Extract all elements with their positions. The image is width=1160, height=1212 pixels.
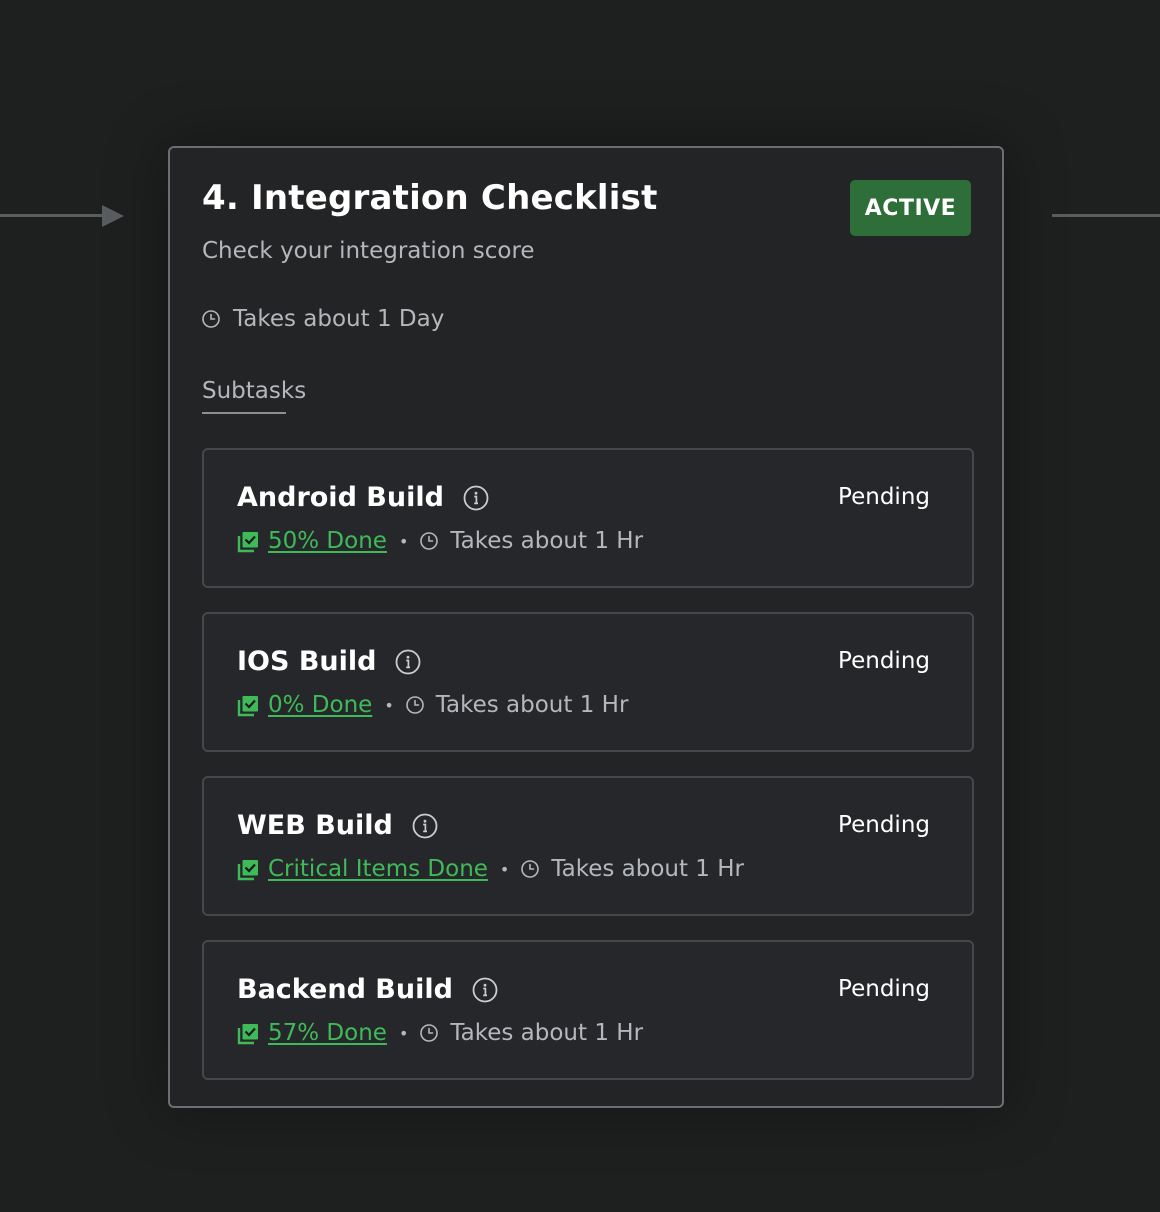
subtask-name: WEB Build (237, 810, 393, 841)
card-subtitle: Check your integration score (202, 238, 535, 264)
checklist-check-icon (237, 859, 258, 880)
subtask-header: Android Build (237, 482, 489, 513)
subtask-time: Takes about 1 Hr (435, 692, 629, 718)
incoming-connector-line (0, 214, 108, 217)
separator-dot: • (384, 695, 394, 715)
checklist-check-icon (237, 695, 258, 716)
tab-active-indicator (202, 412, 286, 414)
subtask-time: Takes about 1 Hr (450, 528, 644, 554)
clock-icon (202, 310, 220, 328)
separator-dot: • (499, 859, 510, 879)
subtask-status: Pending (838, 484, 930, 510)
card-duration-text: Takes about 1 Day (233, 306, 445, 332)
outgoing-connector-line (1052, 214, 1160, 217)
subtask-meta: 57% Done • Takes about 1 Hr (237, 1020, 643, 1046)
separator-dot: • (398, 531, 409, 551)
card-title: 4. Integration Checklist (202, 178, 658, 218)
subtask-progress-link[interactable]: 57% Done (268, 1020, 387, 1046)
subtask-card-backend[interactable]: Backend Build Pending 57% Done • Takes a… (202, 940, 974, 1080)
clock-icon (420, 1024, 439, 1042)
subtask-time: Takes about 1 Hr (450, 1020, 644, 1046)
step-card[interactable]: 4. Integration Checklist ACTIVE Check yo… (168, 146, 1004, 1108)
checklist-check-icon (237, 1023, 258, 1044)
clock-icon (521, 860, 540, 878)
subtask-card-android[interactable]: Android Build Pending 50% Done • Takes a… (202, 448, 974, 588)
subtask-progress-link[interactable]: 0% Done (268, 692, 372, 718)
subtask-meta: Critical Items Done • Takes about 1 Hr (237, 856, 744, 882)
subtask-status: Pending (838, 976, 930, 1002)
subtask-header: Backend Build (237, 974, 498, 1005)
info-icon[interactable] (412, 813, 438, 839)
subtask-name: Android Build (237, 482, 444, 513)
clock-icon (405, 696, 424, 714)
subtask-meta: 50% Done • Takes about 1 Hr (237, 528, 643, 554)
subtask-card-ios[interactable]: IOS Build Pending 0% Done • Takes about … (202, 612, 974, 752)
separator-dot: • (398, 1023, 409, 1043)
info-icon[interactable] (463, 485, 489, 511)
checklist-check-icon (237, 531, 258, 552)
info-icon[interactable] (395, 649, 421, 675)
subtask-progress-link[interactable]: Critical Items Done (268, 856, 488, 882)
subtask-meta: 0% Done • Takes about 1 Hr (237, 692, 628, 718)
subtask-status: Pending (838, 812, 930, 838)
subtask-name: IOS Build (237, 646, 377, 677)
subtask-name: Backend Build (237, 974, 453, 1005)
arrow-right-icon (102, 205, 124, 227)
status-badge: ACTIVE (850, 180, 971, 236)
subtask-progress-link[interactable]: 50% Done (268, 528, 387, 554)
tab-subtasks[interactable]: Subtasks (202, 378, 306, 404)
subtask-header: WEB Build (237, 810, 438, 841)
subtask-time: Takes about 1 Hr (551, 856, 745, 882)
subtask-status: Pending (838, 648, 930, 674)
info-icon[interactable] (472, 977, 498, 1003)
subtask-card-web[interactable]: WEB Build Pending Critical Items Done • … (202, 776, 974, 916)
subtask-header: IOS Build (237, 646, 421, 677)
clock-icon (420, 532, 439, 550)
card-duration: Takes about 1 Day (202, 306, 444, 332)
